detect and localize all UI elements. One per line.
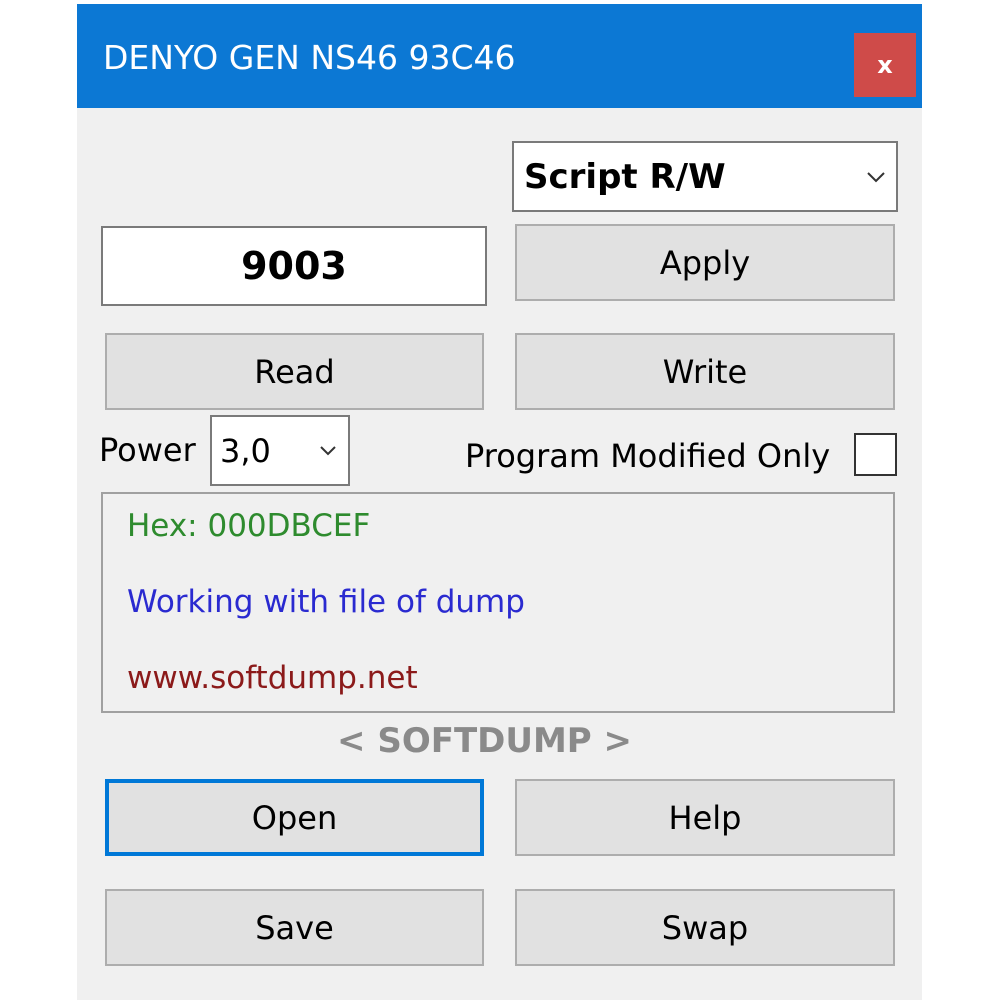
power-dropdown-value: 3,0 [220,431,271,470]
app-window: DENYO GEN NS46 93C46 x Script R/W 9003 A… [77,4,922,1000]
softdump-brand-label: < SOFTDUMP > [337,721,633,761]
write-button[interactable]: Write [515,333,895,410]
help-button[interactable]: Help [515,779,895,856]
swap-button[interactable]: Swap [515,889,895,966]
log-panel: Hex: 000DBCEF Working with file of dump … [101,492,895,713]
close-icon: x [877,51,893,79]
read-button[interactable]: Read [105,333,484,410]
save-button[interactable]: Save [105,889,484,966]
window-title: DENYO GEN NS46 93C46 [103,38,516,77]
mode-dropdown-value: Script R/W [524,156,726,197]
close-button[interactable]: x [854,33,916,97]
power-dropdown[interactable]: 3,0 [210,415,350,486]
apply-button-label: Apply [659,243,751,282]
open-button[interactable]: Open [105,779,484,856]
program-modified-only-label: Program Modified Only [465,437,831,475]
chevron-down-icon [308,445,348,456]
log-line-status: Working with file of dump [127,584,525,620]
read-button-label: Read [254,352,335,391]
program-modified-only-checkbox[interactable] [854,433,897,476]
swap-button-label: Swap [661,908,749,947]
write-button-label: Write [662,352,748,391]
chevron-down-icon [856,171,896,183]
mode-dropdown[interactable]: Script R/W [512,141,898,212]
log-line-hex: Hex: 000DBCEF [127,508,371,544]
power-label: Power [99,431,196,469]
code-input[interactable]: 9003 [101,226,487,306]
save-button-label: Save [255,908,334,947]
open-button-label: Open [251,798,338,837]
log-line-website: www.softdump.net [127,660,418,696]
help-button-label: Help [668,798,742,837]
title-bar: DENYO GEN NS46 93C46 x [77,4,922,108]
apply-button[interactable]: Apply [515,224,895,301]
